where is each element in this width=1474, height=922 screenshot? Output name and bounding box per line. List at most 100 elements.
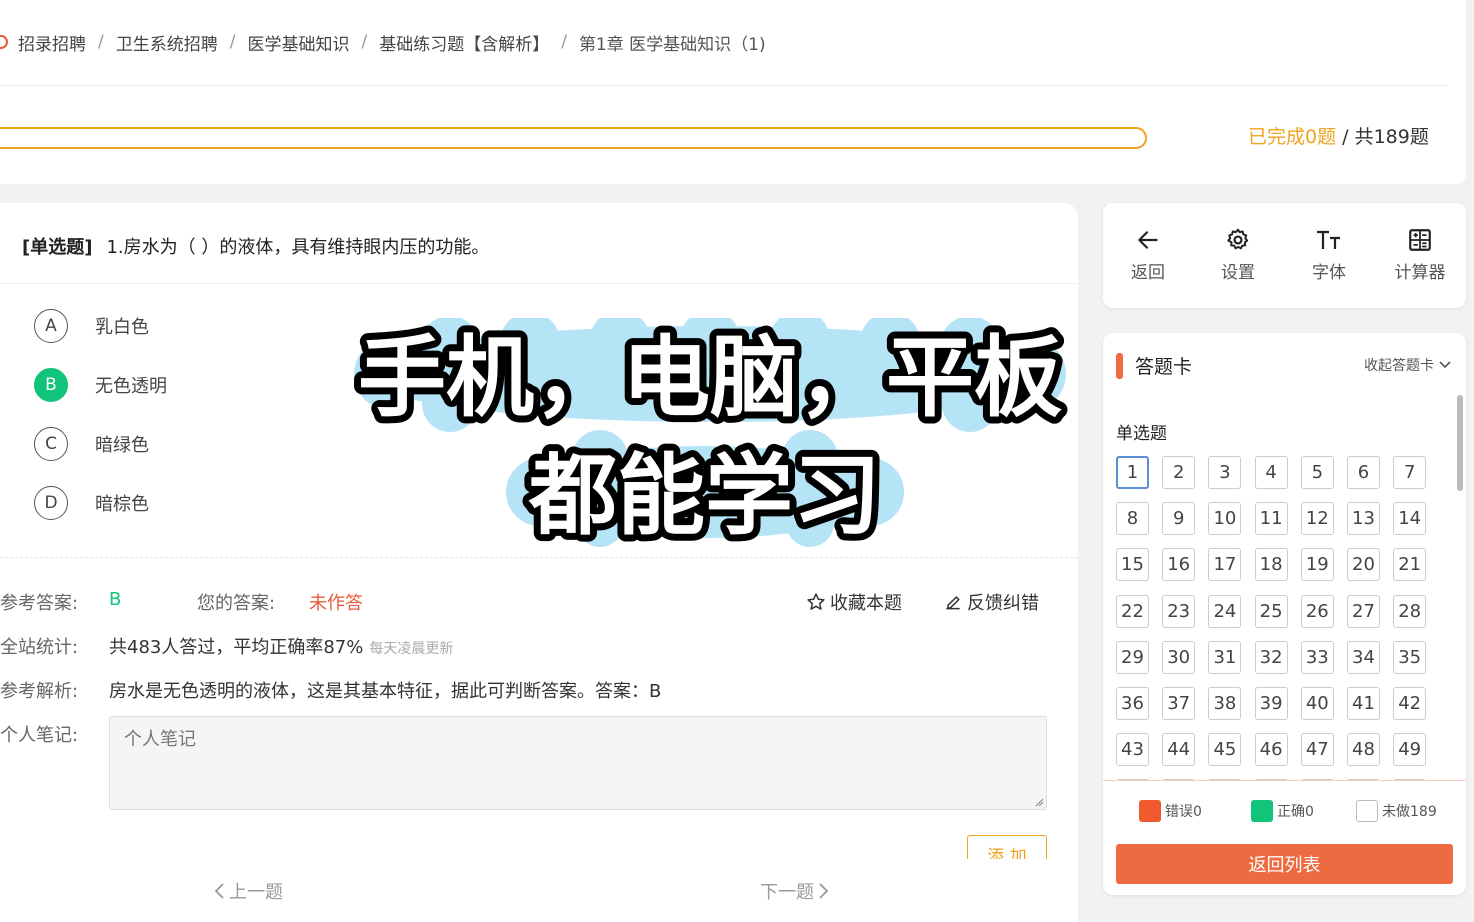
- favorite-label: 收藏本题: [830, 593, 902, 614]
- question-number-cell[interactable]: 26: [1300, 594, 1334, 628]
- back-tool-label: 返回: [1131, 263, 1165, 283]
- back-tool[interactable]: 返回: [1108, 225, 1188, 283]
- option-c[interactable]: C 暗绿色: [34, 427, 149, 461]
- question-number-cell[interactable]: 46: [1254, 733, 1288, 767]
- section-label-single: 单选题: [1116, 424, 1167, 444]
- question-number-cell[interactable]: 16: [1162, 548, 1196, 582]
- correct-swatch: [1251, 800, 1273, 822]
- breadcrumb-separator: /: [561, 32, 567, 52]
- font-size-icon: [1317, 230, 1340, 249]
- scrollbar-thumb[interactable]: [1457, 395, 1463, 491]
- question-number-cell[interactable]: 4: [1254, 456, 1288, 489]
- question-number-cell[interactable]: 34: [1347, 640, 1380, 674]
- question-number-cell[interactable]: 20: [1347, 548, 1380, 582]
- question-number-cell[interactable]: 8: [1116, 502, 1149, 536]
- question-number-cell[interactable]: 17: [1208, 548, 1242, 582]
- ref-answer-label: 参考答案:: [0, 593, 79, 614]
- question-number-cell[interactable]: 22: [1116, 594, 1149, 628]
- question-number-cell[interactable]: 19: [1300, 548, 1334, 582]
- calculator-tool[interactable]: 计算器: [1380, 225, 1460, 283]
- ref-answer-value: B: [109, 589, 122, 610]
- question-number-cell[interactable]: 39: [1254, 687, 1288, 720]
- question-number-cell[interactable]: 11: [1254, 502, 1288, 536]
- question-number-cell[interactable]: 2: [1162, 456, 1196, 489]
- question-number-cell[interactable]: 27: [1347, 594, 1380, 628]
- question-number-cell[interactable]: 33: [1300, 640, 1334, 674]
- chevron-down-icon: [1439, 361, 1451, 369]
- question-number-cell[interactable]: 13: [1347, 502, 1380, 536]
- question-number-cell[interactable]: 49: [1393, 733, 1427, 767]
- question-type: [单选题]: [22, 237, 93, 258]
- star-icon: [807, 593, 825, 610]
- question-number-cell[interactable]: 43: [1116, 733, 1149, 767]
- question-number-cell[interactable]: 38: [1208, 687, 1242, 720]
- option-a[interactable]: A 乳白色: [34, 309, 149, 343]
- breadcrumb-item-recruit[interactable]: 招录招聘: [18, 30, 86, 55]
- question-number-cell[interactable]: 47: [1300, 733, 1334, 767]
- progress-completed: 已完成0题: [1248, 126, 1337, 148]
- question-number-cell[interactable]: 18: [1254, 548, 1288, 582]
- question-number-cell[interactable]: 1: [1116, 456, 1149, 489]
- question-number-cell[interactable]: 24: [1208, 594, 1242, 628]
- option-letter: A: [34, 309, 68, 343]
- breadcrumb-item-exercises[interactable]: 基础练习题【含解析】: [379, 30, 549, 55]
- breadcrumb-separator: /: [361, 32, 368, 52]
- question-header: [单选题] 1.房水为（ ）的液体，具有维持眼内压的功能。: [22, 233, 489, 259]
- answer-card-title-text: 答题卡: [1135, 356, 1193, 378]
- question-number-cell[interactable]: 29: [1116, 640, 1149, 674]
- question-number-cell[interactable]: 7: [1393, 456, 1427, 489]
- question-number-cell[interactable]: 41: [1347, 687, 1380, 720]
- question-number-cell[interactable]: 31: [1208, 640, 1242, 674]
- header-divider: [0, 85, 1448, 86]
- question-number-cell[interactable]: 32: [1254, 640, 1288, 674]
- breadcrumb-item-health-system[interactable]: 卫生系统招聘: [116, 30, 218, 55]
- question-number-cell[interactable]: 23: [1162, 594, 1196, 628]
- back-to-list-button[interactable]: 返回列表: [1116, 844, 1453, 884]
- option-b[interactable]: B 无色透明: [34, 368, 167, 402]
- note-label: 个人笔记:: [0, 725, 79, 746]
- question-number-cell[interactable]: 15: [1116, 548, 1149, 582]
- question-number-cell[interactable]: 3: [1208, 456, 1242, 489]
- feedback-button[interactable]: 反馈纠错: [943, 589, 1039, 615]
- next-question-button[interactable]: 下一题: [760, 878, 834, 904]
- question-number-cell[interactable]: 6: [1347, 456, 1380, 489]
- analysis-label: 参考解析:: [0, 681, 79, 702]
- breadcrumb-item-medical-basics[interactable]: 医学基础知识: [247, 30, 349, 55]
- question-number-cell[interactable]: 45: [1208, 733, 1242, 767]
- question-number-cell[interactable]: 5: [1300, 456, 1334, 489]
- breadcrumb-separator: /: [229, 32, 236, 52]
- font-tool[interactable]: 字体: [1289, 225, 1369, 283]
- question-number-cell[interactable]: 37: [1162, 687, 1196, 720]
- prev-question-button[interactable]: 上一题: [209, 878, 283, 904]
- calculator-tool-label: 计算器: [1394, 263, 1446, 283]
- arrow-left-icon: [1138, 231, 1158, 249]
- question-number-cell[interactable]: 40: [1300, 687, 1334, 720]
- question-number-cell[interactable]: 35: [1393, 640, 1427, 674]
- progress-text: 已完成0题 / 共189题: [1248, 122, 1429, 149]
- question-number-cell[interactable]: 36: [1116, 687, 1149, 720]
- question-panel: [单选题] 1.房水为（ ）的液体，具有维持眼内压的功能。 A 乳白色 B 无色透…: [0, 203, 1078, 922]
- favorite-button[interactable]: 收藏本题: [806, 589, 902, 615]
- question-number-cell[interactable]: 12: [1300, 502, 1334, 536]
- resize-grip-icon[interactable]: [1034, 797, 1044, 807]
- question-number-cell[interactable]: 14: [1393, 502, 1427, 536]
- question-number-cell[interactable]: 48: [1347, 733, 1380, 767]
- question-number-cell[interactable]: 10: [1208, 502, 1242, 536]
- question-number-cell[interactable]: 9: [1162, 502, 1196, 536]
- option-letter: C: [34, 427, 68, 461]
- chevron-left-icon: [214, 883, 224, 899]
- settings-tool[interactable]: 设置: [1198, 225, 1278, 283]
- option-d[interactable]: D 暗棕色: [34, 486, 149, 520]
- collapse-card-button[interactable]: 收起答题卡: [1364, 355, 1452, 375]
- question-number-cell[interactable]: 28: [1393, 594, 1427, 628]
- add-note-button[interactable]: 添 加: [967, 835, 1047, 859]
- option-letter: B: [34, 368, 68, 402]
- option-text: 乳白色: [95, 317, 149, 338]
- question-number-cell[interactable]: 21: [1393, 548, 1427, 582]
- question-number-cell[interactable]: 30: [1162, 640, 1196, 674]
- note-input[interactable]: [109, 716, 1047, 810]
- question-number-cell[interactable]: 44: [1162, 733, 1196, 767]
- edit-icon: [946, 596, 960, 610]
- question-number-cell[interactable]: 42: [1393, 687, 1427, 720]
- question-number-cell[interactable]: 25: [1254, 594, 1288, 628]
